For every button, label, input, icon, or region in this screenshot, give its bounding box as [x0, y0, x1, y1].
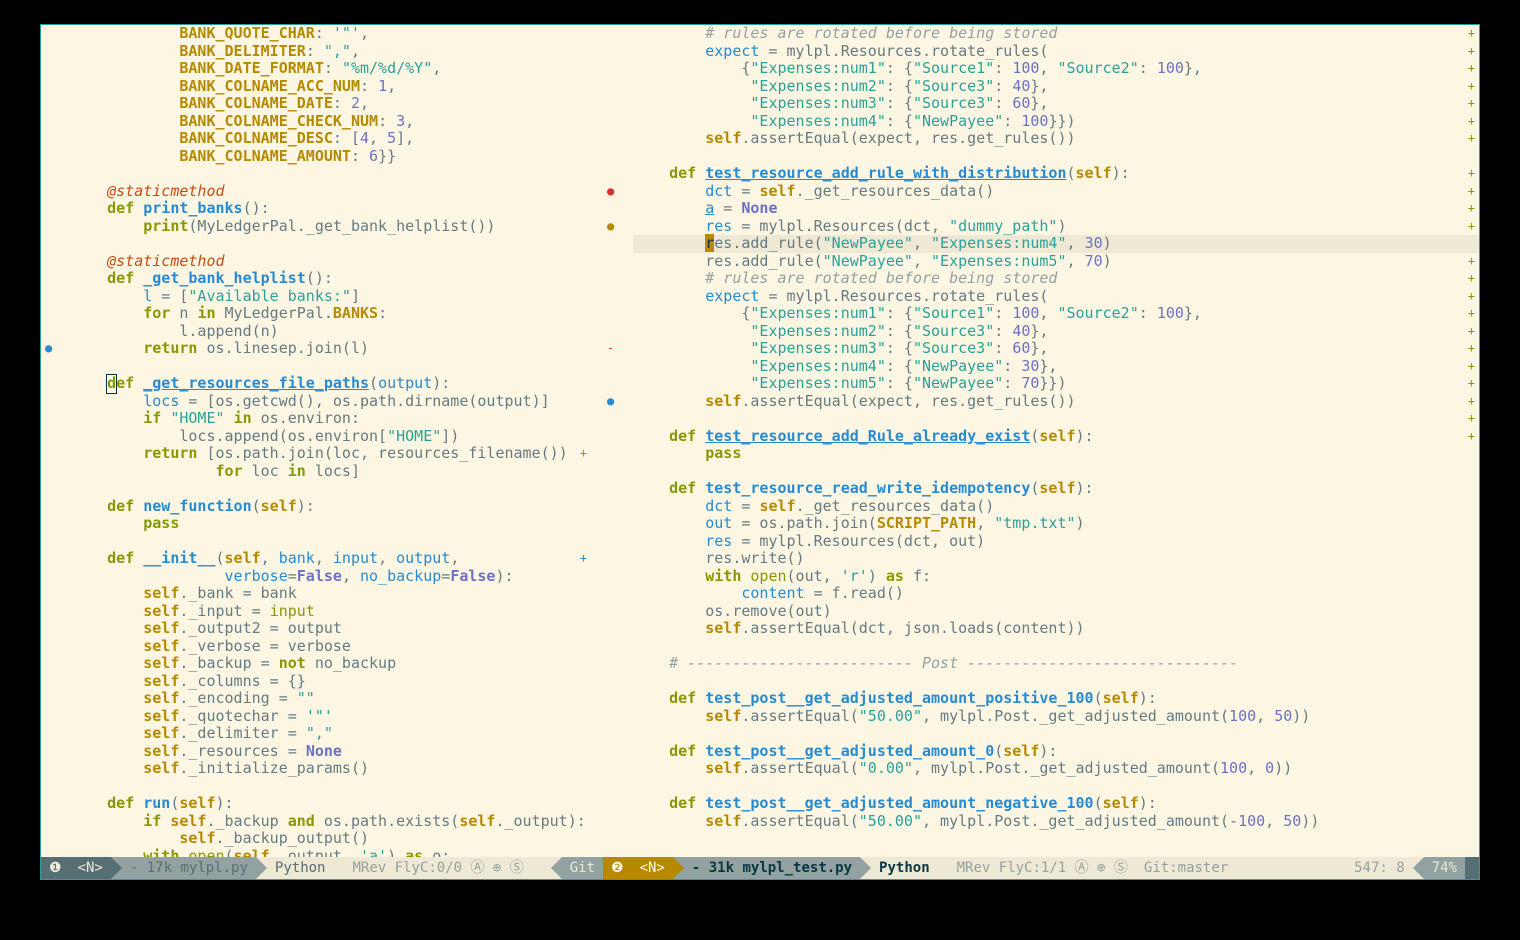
modeline-right[interactable]: ❷ <N> - 31k mylpl_test.py Python MRev Fl…: [603, 857, 1479, 879]
scroll-percent: 74%: [1424, 857, 1465, 879]
window-splitter[interactable]: [592, 25, 602, 857]
git-branch: Git: [562, 857, 603, 879]
right-pane[interactable]: ●●-● +++++++++++++++++++++++ # rules are…: [603, 25, 1479, 857]
modeline: ❶ <N> - 17k mylpl.py Python MRev FlyC:0/…: [41, 857, 1479, 879]
window-number-icon: ❶: [41, 857, 70, 879]
major-mode: Python: [871, 857, 938, 879]
evil-state: <N>: [70, 857, 111, 879]
window-number-icon: ❷: [603, 857, 632, 879]
buffer-info: - 17k mylpl.py: [122, 857, 256, 879]
cursor-position: 547: 8: [1346, 857, 1413, 879]
left-code[interactable]: BANK_QUOTE_CHAR: '"', BANK_DELIMITER: ",…: [41, 25, 591, 857]
left-pane[interactable]: ● ++ BANK_QUOTE_CHAR: '"', BANK_DELIMITE…: [41, 25, 591, 857]
buffer-info: - 31k mylpl_test.py: [684, 857, 860, 879]
minor-modes: MRev FlyC:0/0 Ⓐ ⊕ Ⓢ: [344, 857, 531, 879]
major-mode: Python: [267, 857, 334, 879]
evil-state: <N>: [632, 857, 673, 879]
emacs-frame: ● ++ BANK_QUOTE_CHAR: '"', BANK_DELIMITE…: [40, 24, 1480, 880]
content-area: ● ++ BANK_QUOTE_CHAR: '"', BANK_DELIMITE…: [41, 25, 1479, 857]
modeline-left[interactable]: ❶ <N> - 17k mylpl.py Python MRev FlyC:0/…: [41, 857, 603, 879]
minor-modes: MRev FlyC:1/1 Ⓐ ⊕ Ⓢ: [949, 857, 1136, 879]
right-code[interactable]: # rules are rotated before being stored …: [603, 25, 1479, 830]
git-branch: Git:master: [1136, 857, 1236, 879]
